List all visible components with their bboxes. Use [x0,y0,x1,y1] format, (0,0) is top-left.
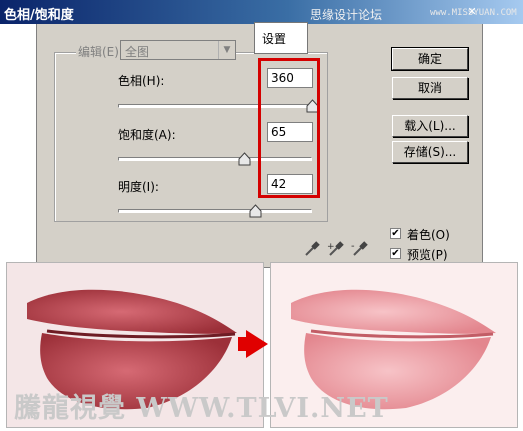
hue-label: 色相(H): [118,74,165,88]
save-button[interactable]: 存储(S)... [392,141,468,163]
edit-label: 编辑(E): [76,43,125,60]
svg-text:-: - [351,241,355,252]
chevron-down-icon[interactable]: ▼ [218,41,235,59]
title-bar[interactable]: 色相/饱和度 思缘设计论坛 www.MISSYUAN.COM ✕ [0,0,523,24]
lightness-slider-track[interactable] [118,209,312,213]
preview-label: 预览(P) [407,248,448,262]
eyedropper-icon[interactable] [303,240,321,258]
ok-button[interactable]: 确定 [391,47,469,71]
colorize-checkbox[interactable]: ✔ [390,228,401,239]
window-title: 色相/饱和度 [4,8,74,23]
saturation-label: 饱和度(A): [118,128,176,142]
lightness-label: 明度(I): [118,180,159,194]
annotation-highlight-box [258,58,320,198]
watermark-site-cn: 思缘设计论坛 [310,8,383,22]
arrow-right-icon [246,330,268,358]
eyedropper-add-icon[interactable]: + [327,240,345,258]
preview-checkbox[interactable]: ✔ [390,248,401,259]
edit-select[interactable]: 全图 ▼ [120,40,236,60]
close-icon[interactable]: ✕ [466,6,478,18]
lightness-slider-thumb[interactable] [249,204,262,218]
annotation-callout-text: 设置 [262,32,287,46]
colorize-label: 着色(O) [407,228,450,242]
load-button[interactable]: 载入(L)... [392,115,468,137]
cancel-button[interactable]: 取消 [392,77,468,99]
saturation-slider-thumb[interactable] [238,152,251,166]
svg-text:+: + [327,242,335,252]
edit-select-value: 全图 [125,45,150,59]
eyedropper-subtract-icon[interactable]: - [351,240,369,258]
bottom-watermark: 騰龍視覺 WWW.TLVI.NET [14,393,389,424]
